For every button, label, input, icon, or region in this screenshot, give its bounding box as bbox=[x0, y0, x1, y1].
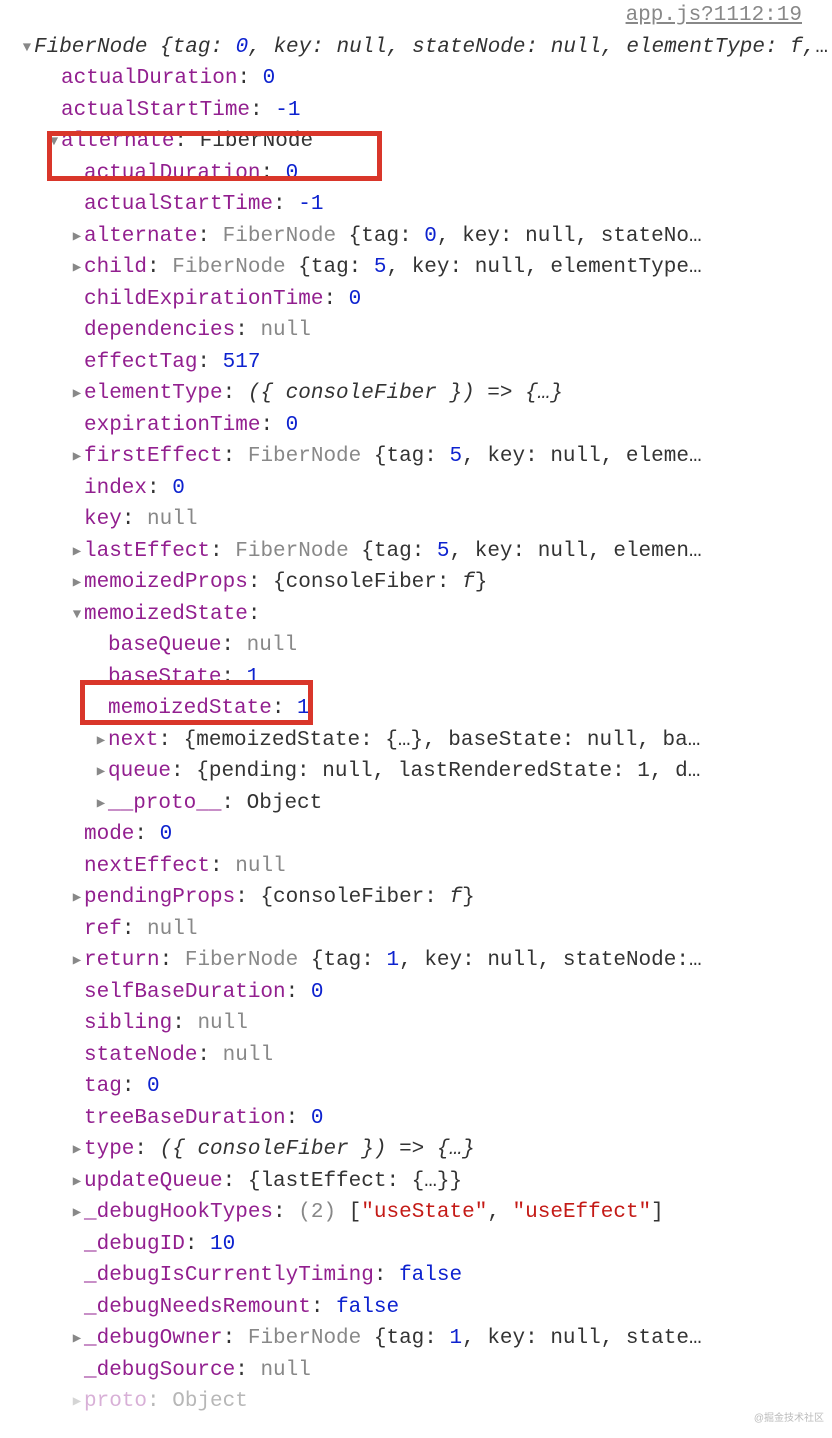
toggle-closed-icon[interactable] bbox=[94, 731, 108, 752]
toggle-closed-icon[interactable] bbox=[70, 951, 84, 972]
prop-row[interactable]: actualStartTime: -1 bbox=[2, 189, 832, 221]
prop-row[interactable]: _debugOwner: FiberNode {tag: 1, key: nul… bbox=[2, 1323, 832, 1355]
prop-row[interactable]: updateQueue: {lastEffect: {…}} bbox=[2, 1166, 832, 1198]
prop-row[interactable]: effectTag: 517 bbox=[2, 347, 832, 379]
toggle-closed-icon[interactable] bbox=[70, 542, 84, 563]
prop-row[interactable]: _debugIsCurrentlyTiming: false bbox=[2, 1260, 832, 1292]
prop-row[interactable]: dependencies: null bbox=[2, 315, 832, 347]
prop-row[interactable]: proto: Object bbox=[2, 1386, 832, 1418]
prop-row[interactable]: _debugSource: null bbox=[2, 1355, 832, 1387]
prop-row[interactable]: memoizedState: bbox=[2, 599, 832, 631]
toggle-closed-icon[interactable] bbox=[70, 1140, 84, 1161]
prop-alternate[interactable]: alternate: FiberNode bbox=[2, 126, 832, 158]
prop-row[interactable]: firstEffect: FiberNode {tag: 5, key: nul… bbox=[2, 441, 832, 473]
toggle-closed-icon[interactable] bbox=[70, 1203, 84, 1224]
toggle-open-icon[interactable] bbox=[20, 38, 34, 59]
toggle-closed-icon[interactable] bbox=[94, 794, 108, 815]
toggle-closed-icon[interactable] bbox=[70, 384, 84, 405]
prop-row[interactable]: nextEffect: null bbox=[2, 851, 832, 883]
prop-row[interactable]: type: ({ consoleFiber }) => {…} bbox=[2, 1134, 832, 1166]
prop-row[interactable]: elementType: ({ consoleFiber }) => {…} bbox=[2, 378, 832, 410]
prop-row[interactable]: tag: 0 bbox=[2, 1071, 832, 1103]
toggle-closed-icon[interactable] bbox=[70, 1329, 84, 1350]
toggle-closed-icon[interactable] bbox=[70, 227, 84, 248]
watermark: @掘金技术社区 bbox=[754, 1411, 824, 1426]
prop-row[interactable]: return: FiberNode {tag: 1, key: null, st… bbox=[2, 945, 832, 977]
prop-row[interactable]: memoizedState: 1 bbox=[2, 693, 832, 725]
prop-row[interactable]: treeBaseDuration: 0 bbox=[2, 1103, 832, 1135]
prop-row[interactable]: key: null bbox=[2, 504, 832, 536]
prop-row[interactable]: stateNode: null bbox=[2, 1040, 832, 1072]
prop-basestate[interactable]: baseState: 1 bbox=[2, 662, 832, 694]
source-link[interactable]: app.js?1112:19 bbox=[2, 0, 832, 32]
toggle-closed-icon[interactable] bbox=[70, 447, 84, 468]
toggle-closed-icon[interactable] bbox=[94, 762, 108, 783]
prop-row[interactable]: sibling: null bbox=[2, 1008, 832, 1040]
prop-row[interactable]: expirationTime: 0 bbox=[2, 410, 832, 442]
prop-row[interactable]: __proto__: Object bbox=[2, 788, 832, 820]
prop-row[interactable]: _debugHookTypes: (2) ["useState", "useEf… bbox=[2, 1197, 832, 1229]
toggle-closed-icon[interactable] bbox=[70, 573, 84, 594]
prop-row[interactable]: pendingProps: {consoleFiber: f} bbox=[2, 882, 832, 914]
object-summary[interactable]: FiberNode {tag: 0, key: null, stateNode:… bbox=[2, 32, 832, 64]
toggle-closed-icon[interactable] bbox=[70, 1392, 84, 1413]
prop-row[interactable]: alternate: FiberNode {tag: 0, key: null,… bbox=[2, 221, 832, 253]
prop-row[interactable]: index: 0 bbox=[2, 473, 832, 505]
toggle-open-icon[interactable] bbox=[47, 132, 61, 153]
toggle-closed-icon[interactable] bbox=[70, 258, 84, 279]
toggle-closed-icon[interactable] bbox=[70, 888, 84, 909]
toggle-closed-icon[interactable] bbox=[70, 1172, 84, 1193]
prop-row[interactable]: ref: null bbox=[2, 914, 832, 946]
prop-row[interactable]: actualDuration: 0 bbox=[2, 63, 832, 95]
toggle-open-icon[interactable] bbox=[70, 605, 84, 626]
prop-row[interactable]: childExpirationTime: 0 bbox=[2, 284, 832, 316]
prop-row[interactable]: _debugID: 10 bbox=[2, 1229, 832, 1261]
prop-row[interactable]: actualDuration: 0 bbox=[2, 158, 832, 190]
prop-row[interactable]: memoizedProps: {consoleFiber: f} bbox=[2, 567, 832, 599]
prop-row[interactable]: lastEffect: FiberNode {tag: 5, key: null… bbox=[2, 536, 832, 568]
prop-row[interactable]: next: {memoizedState: {…}, baseState: nu… bbox=[2, 725, 832, 757]
prop-row[interactable]: actualStartTime: -1 bbox=[2, 95, 832, 127]
prop-row[interactable]: selfBaseDuration: 0 bbox=[2, 977, 832, 1009]
prop-row[interactable]: baseQueue: null bbox=[2, 630, 832, 662]
prop-row[interactable]: queue: {pending: null, lastRenderedState… bbox=[2, 756, 832, 788]
prop-row[interactable]: _debugNeedsRemount: false bbox=[2, 1292, 832, 1324]
prop-row[interactable]: child: FiberNode {tag: 5, key: null, ele… bbox=[2, 252, 832, 284]
prop-row[interactable]: mode: 0 bbox=[2, 819, 832, 851]
